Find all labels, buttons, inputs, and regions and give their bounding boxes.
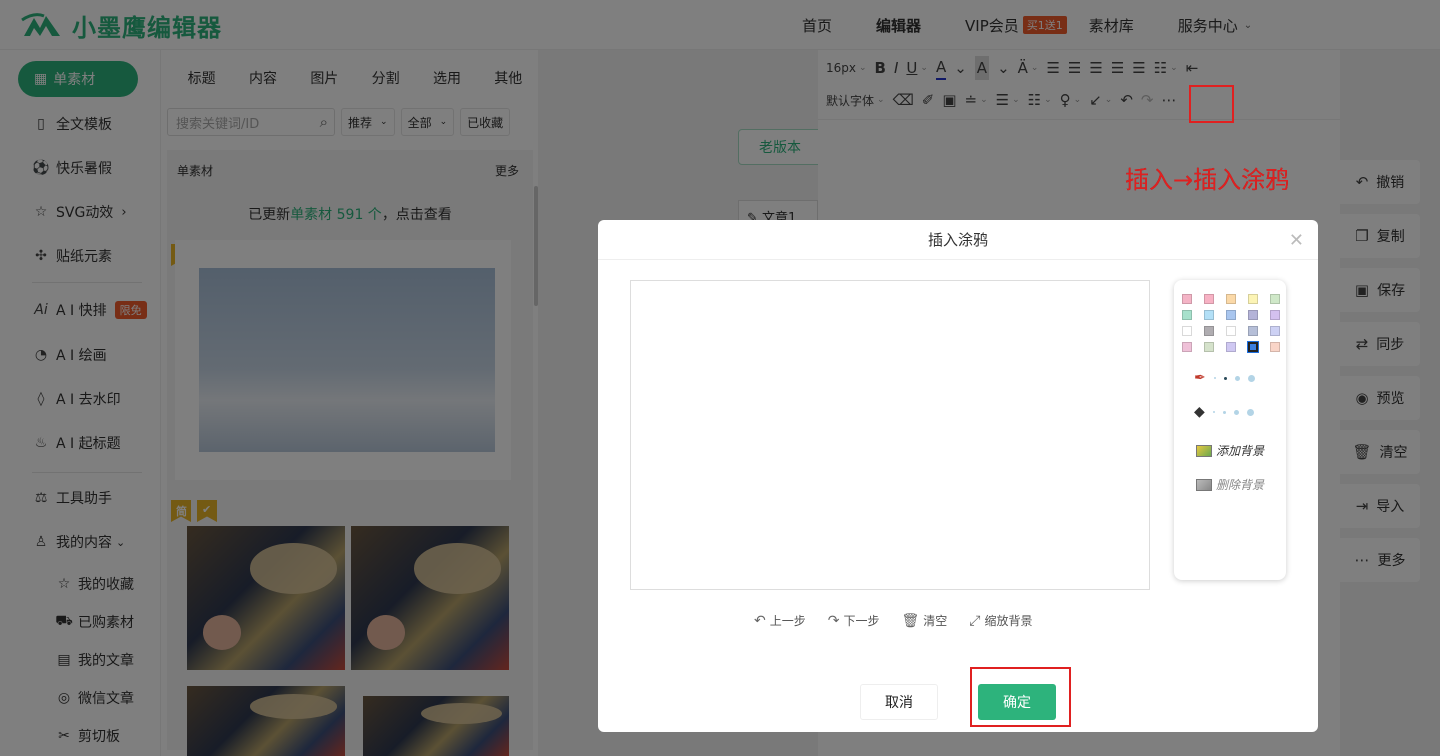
color-swatch[interactable] [1204, 342, 1214, 352]
doodle-dialog: 插入涂鸦 ✕ ✒ ◆ 添加背景 删除背景 ↶ 上一步 ↷ 下一步 🗑 清空 ⤢ … [598, 220, 1318, 732]
confirm-highlight [970, 667, 1071, 727]
remove-image-icon [1196, 478, 1212, 491]
dialog-title: 插入涂鸦 [598, 220, 1318, 260]
color-swatch[interactable] [1270, 310, 1280, 320]
pen-icon: ✒ [1194, 370, 1206, 386]
color-swatch[interactable] [1182, 326, 1192, 336]
add-image-icon [1196, 444, 1212, 457]
size-dot[interactable] [1222, 410, 1226, 414]
size-dot[interactable] [1212, 411, 1215, 413]
app-root: 小墨鹰编辑器 首页 编辑器 VIP会员 买1送1 素材库 服务中心 ⌄ ▦ 单素… [0, 0, 1440, 756]
size-dot-selected[interactable] [1223, 376, 1227, 380]
color-swatch[interactable] [1270, 342, 1280, 352]
doodle-canvas[interactable] [630, 280, 1150, 590]
color-swatch[interactable] [1204, 294, 1214, 304]
action-label: 下一步 [843, 614, 880, 628]
action-label: 清空 [923, 614, 948, 628]
color-swatch[interactable] [1248, 294, 1258, 304]
add-background-button[interactable]: 添加背景 [1196, 442, 1264, 459]
remove-background-button[interactable]: 删除背景 [1196, 476, 1264, 493]
size-dot[interactable] [1234, 375, 1240, 381]
size-dot[interactable] [1247, 374, 1255, 382]
close-icon[interactable]: ✕ [1289, 230, 1304, 251]
next-step-button[interactable]: ↷ 下一步 [828, 612, 880, 629]
action-label: 缩放背景 [984, 614, 1033, 628]
color-swatch[interactable] [1270, 326, 1280, 336]
trash-icon: 🗑 [901, 612, 920, 629]
scale-background-button[interactable]: ⤢ 缩放背景 [969, 612, 1032, 629]
add-bg-label: 添加背景 [1216, 444, 1265, 458]
doodle-tool-highlight [1189, 85, 1234, 123]
redo-icon: ↷ [827, 612, 840, 629]
pen-tool[interactable]: ✒ [1194, 370, 1255, 386]
color-swatch[interactable] [1247, 341, 1259, 353]
color-swatch[interactable] [1204, 326, 1214, 336]
color-swatch[interactable] [1204, 310, 1214, 320]
expand-icon: ⤢ [969, 612, 981, 629]
size-dot[interactable] [1233, 409, 1239, 415]
eraser-icon: ◆ [1194, 404, 1205, 420]
color-palette: ✒ ◆ 添加背景 删除背景 [1174, 280, 1286, 580]
color-swatch[interactable] [1226, 294, 1236, 304]
eraser-tool[interactable]: ◆ [1194, 404, 1254, 420]
color-swatch[interactable] [1182, 294, 1192, 304]
color-swatch[interactable] [1226, 310, 1236, 320]
cancel-button[interactable]: 取消 [860, 684, 938, 720]
clear-canvas-button[interactable]: 🗑 清空 [902, 612, 948, 629]
color-swatch[interactable] [1226, 342, 1236, 352]
canvas-actions: ↶ 上一步 ↷ 下一步 🗑 清空 ⤢ 缩放背景 [754, 612, 1055, 629]
action-label: 上一步 [769, 614, 806, 628]
color-swatch[interactable] [1182, 342, 1192, 352]
color-swatch[interactable] [1182, 310, 1192, 320]
instruction-hint-overlay: 插入→插入涂鸦 [1125, 166, 1290, 194]
color-swatch[interactable] [1248, 310, 1258, 320]
color-swatch[interactable] [1270, 294, 1280, 304]
size-dot[interactable] [1213, 377, 1216, 379]
color-swatch[interactable] [1248, 326, 1258, 336]
prev-step-button[interactable]: ↶ 上一步 [754, 612, 806, 629]
color-swatch[interactable] [1226, 326, 1236, 336]
size-dot[interactable] [1246, 408, 1254, 416]
undo-icon: ↶ [754, 612, 766, 629]
remove-bg-label: 删除背景 [1216, 478, 1265, 492]
